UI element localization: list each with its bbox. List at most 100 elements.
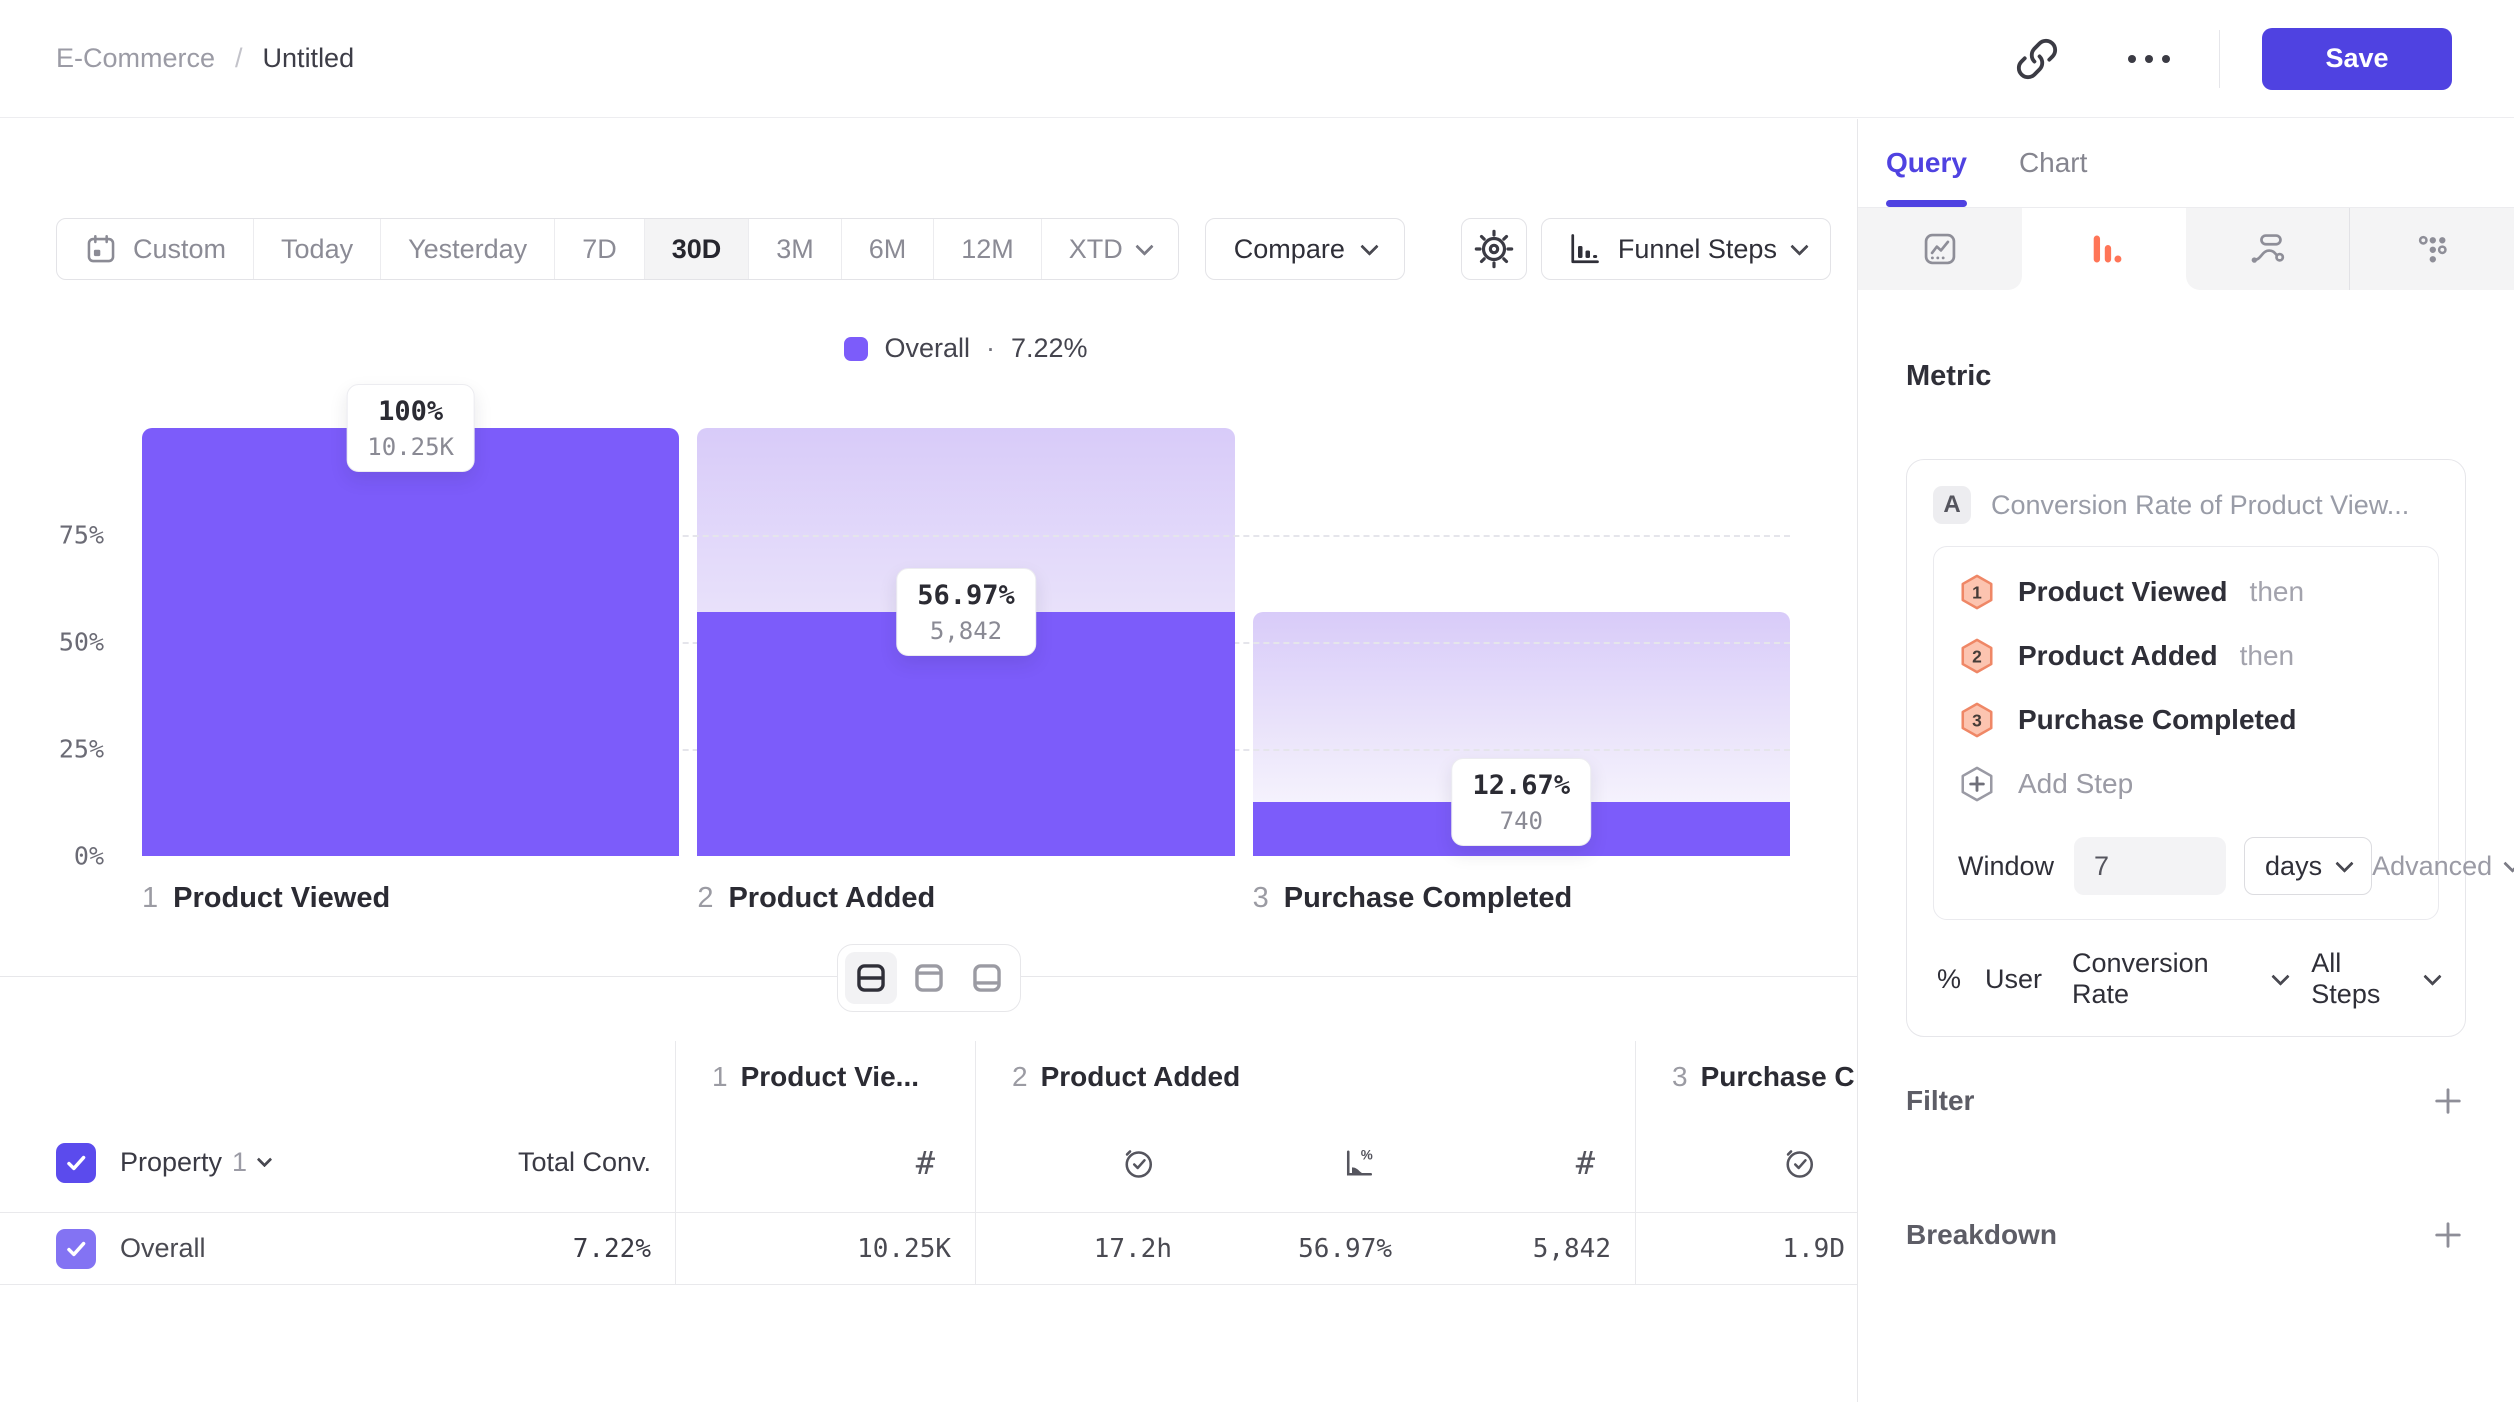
y-tick: 25% — [59, 735, 104, 764]
metric-title-row[interactable]: A Conversion Rate of Product View... — [1933, 486, 2439, 524]
total-conv-header[interactable]: Total Conv. — [518, 1147, 651, 1178]
metric-badge: A — [1933, 486, 1971, 524]
date-range-6m[interactable]: 6M — [841, 219, 934, 279]
split-view-icon — [854, 961, 888, 995]
conversion-rate-icon: % — [1340, 1145, 1376, 1181]
date-range-7d[interactable]: 7D — [554, 219, 644, 279]
breakdown-heading: Breakdown — [1906, 1219, 2057, 1251]
metric-count-header-step2[interactable] — [1416, 1113, 1636, 1212]
funnel-bar: 100% 10.25K — [142, 428, 679, 856]
window-label: Window — [1958, 851, 2054, 882]
funnel-step-1[interactable]: 1 Product Viewed then — [1958, 573, 2414, 611]
table-title-row: 1 Product Vie... 2 Product Added 3 Purch… — [0, 1041, 1857, 1113]
layout-split-button[interactable] — [845, 952, 897, 1004]
analysis-insights-tab[interactable] — [1858, 208, 2022, 290]
layout-chart-only-button[interactable] — [903, 952, 955, 1004]
funnel-bar-fill[interactable] — [142, 428, 679, 856]
calendar-icon — [84, 232, 118, 266]
legend-series-label: Overall — [884, 333, 970, 364]
funnel-step-2[interactable]: 2 Product Added then — [1958, 637, 2414, 675]
metric-heading: Metric — [1906, 360, 2466, 393]
time-to-convert-icon — [1120, 1145, 1156, 1181]
table-data-row[interactable]: Overall 7.22% 10.25K 17.2h 56.97% 5,842 … — [0, 1213, 1857, 1285]
app-root: E-Commerce / Untitled Save — [0, 0, 2514, 1402]
save-button[interactable]: Save — [2262, 28, 2452, 90]
analysis-retention-tab[interactable] — [2349, 208, 2514, 290]
add-step-button[interactable]: Add Step — [1958, 765, 2414, 803]
window-value-input[interactable] — [2074, 837, 2226, 895]
date-range-12m[interactable]: 12M — [933, 219, 1041, 279]
svg-text:1: 1 — [1972, 582, 1982, 602]
date-range-today[interactable]: Today — [253, 219, 380, 279]
chart-legend[interactable]: Overall · 7.22% — [142, 333, 1790, 364]
metric-convrate-header-step2[interactable]: % — [1196, 1113, 1416, 1212]
breadcrumb-report-title[interactable]: Untitled — [263, 43, 355, 74]
measure-scope-dropdown[interactable]: All Steps — [2311, 948, 2410, 1010]
x-label-step-2: 2 Product Added — [697, 882, 1234, 915]
date-range-yesterday[interactable]: Yesterday — [380, 219, 554, 279]
funnel-bar-tooltip: 100% 10.25K — [346, 384, 475, 472]
breadcrumb-project[interactable]: E-Commerce — [56, 43, 215, 74]
chevron-down-icon — [1360, 237, 1378, 255]
select-all-checkbox[interactable] — [56, 1143, 96, 1183]
more-menu-icon[interactable] — [2117, 27, 2181, 91]
funnel-bar-tooltip: 56.97% 5,842 — [896, 568, 1036, 656]
visualization-type-button[interactable]: Funnel Steps — [1541, 218, 1831, 280]
measure-metric-dropdown[interactable]: Conversion Rate — [2072, 948, 2258, 1010]
add-breakdown-button[interactable] — [2430, 1217, 2466, 1253]
row-checkbox[interactable] — [56, 1229, 96, 1269]
funnel-step-3[interactable]: 3 Purchase Completed — [1958, 701, 2414, 739]
legend-swatch — [844, 337, 868, 361]
layout-table-only-button[interactable] — [961, 952, 1013, 1004]
tab-query[interactable]: Query — [1886, 119, 1967, 207]
svg-text:%: % — [1361, 1147, 1373, 1162]
row-value-step3-time: 1.9D — [1636, 1213, 1857, 1284]
row-value-step2-rate: 56.97% — [1196, 1213, 1416, 1284]
metric-count-header-step1[interactable] — [676, 1113, 976, 1212]
conversion-window-row: Window days Advanced — [1958, 837, 2414, 895]
date-range-xtd[interactable]: XTD — [1041, 219, 1178, 279]
table-col-step-3: 3 Purchase C — [1636, 1041, 1857, 1113]
plus-icon — [2430, 1217, 2466, 1253]
metric-time-header-step2[interactable] — [976, 1113, 1196, 1212]
bottom-pane-icon — [970, 961, 1004, 995]
table-header-row: Property 1 Total Conv. — [0, 1113, 1857, 1213]
chart-settings-button[interactable] — [1461, 218, 1527, 280]
funnel-steps-card: 1 Product Viewed then 2 Product Added th… — [1933, 546, 2439, 920]
tooltip-percent: 56.97% — [917, 577, 1015, 615]
step-badge-icon: 3 — [1958, 701, 1996, 739]
plus-icon — [2430, 1083, 2466, 1119]
step-event-name: Product Viewed — [2018, 576, 2228, 608]
window-unit-dropdown[interactable]: days — [2244, 837, 2372, 895]
layout-toggle — [837, 944, 1021, 1012]
tooltip-count: 10.25K — [367, 431, 454, 463]
step-badge-icon: 1 — [1958, 573, 1996, 611]
step-event-name: Product Added — [2018, 640, 2218, 672]
property-index: 1 — [232, 1147, 247, 1178]
svg-text:3: 3 — [1972, 710, 1982, 730]
metric-time-header-step3[interactable] — [1636, 1113, 1857, 1212]
gear-icon — [1474, 229, 1514, 269]
count-icon — [1576, 1144, 1595, 1182]
chevron-down-icon[interactable] — [257, 1152, 273, 1168]
row-total-conv: 7.22% — [573, 1234, 651, 1264]
copy-link-icon[interactable] — [2005, 27, 2069, 91]
counting-entity[interactable]: User — [1985, 964, 2042, 995]
advanced-dropdown[interactable]: Advanced — [2372, 851, 2514, 882]
compare-button[interactable]: Compare — [1205, 218, 1405, 280]
breakdown-section: Breakdown — [1858, 1217, 2514, 1253]
chart-table-divider — [0, 976, 1857, 977]
ellipsis-icon — [2128, 55, 2170, 63]
table-property-cell: Property 1 Total Conv. — [56, 1113, 676, 1212]
date-range-30d[interactable]: 30D — [644, 219, 749, 279]
date-range-3m[interactable]: 3M — [748, 219, 841, 279]
tab-chart[interactable]: Chart — [2019, 119, 2087, 207]
check-icon — [69, 1157, 84, 1168]
property-dropdown[interactable]: Property — [120, 1147, 222, 1178]
analysis-funnels-tab[interactable] — [2022, 208, 2186, 290]
analysis-flows-tab[interactable] — [2186, 208, 2350, 290]
x-label-step-3: 3 Purchase Completed — [1253, 882, 1790, 915]
chevron-down-icon — [1790, 237, 1808, 255]
date-range-custom[interactable]: Custom — [57, 219, 253, 279]
add-filter-button[interactable] — [2430, 1083, 2466, 1119]
